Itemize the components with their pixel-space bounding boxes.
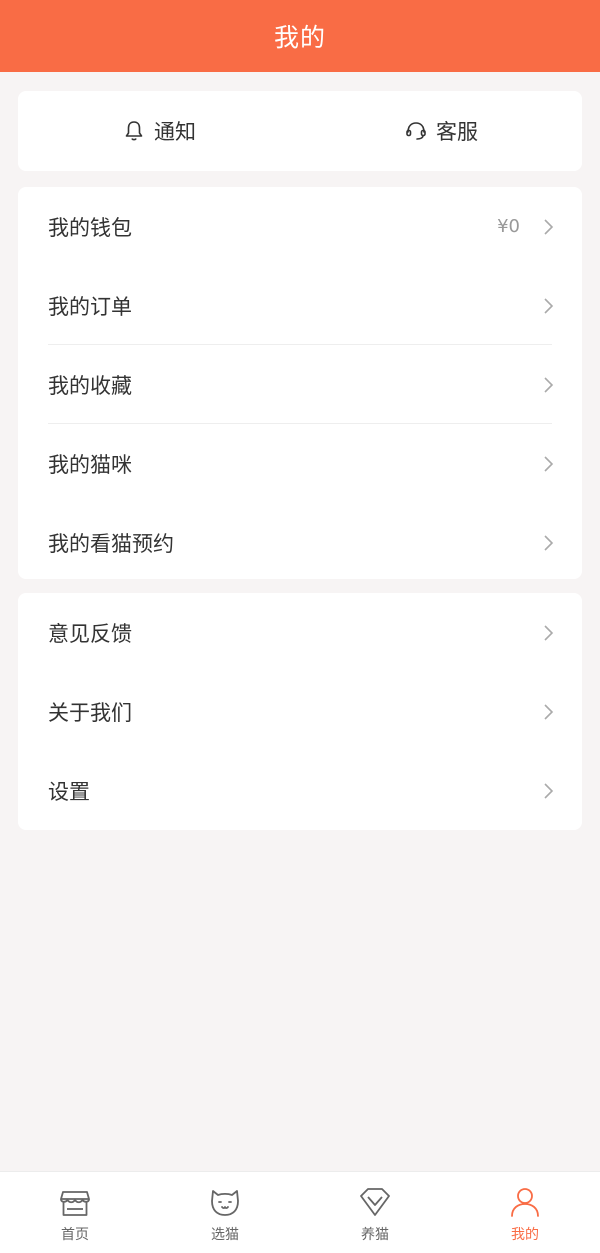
menu-item-about-us[interactable]: 关于我们 (18, 672, 582, 751)
tab-label: 我的 (511, 1227, 539, 1243)
headset-icon (406, 122, 426, 140)
quick-actions-card: 通知 客服 (18, 91, 582, 171)
menu-item-favorites[interactable]: 我的收藏 (18, 345, 582, 424)
menu-item-label: 我的收藏 (48, 373, 132, 398)
page-title: 我的 (273, 23, 326, 52)
menu-group-main: 我的钱包 ¥0 我的订单 我的收藏 我的猫咪 我的看猫预约 (18, 187, 582, 579)
chevron-right-icon (544, 534, 554, 551)
chevron-right-icon (544, 455, 554, 472)
tab-mine[interactable]: 我的 (450, 1172, 600, 1253)
chevron-right-icon (544, 624, 554, 641)
diamond-icon (360, 1188, 390, 1216)
menu-item-wallet[interactable]: 我的钱包 ¥0 (18, 187, 582, 266)
notification-label: 通知 (154, 120, 196, 144)
shop-icon (60, 1191, 90, 1216)
customer-service-button[interactable]: 客服 (300, 91, 582, 171)
bottom-tab-bar: 首页 选猫 养猫 我的 (0, 1171, 600, 1253)
menu-item-label: 我的猫咪 (48, 452, 132, 477)
menu-item-feedback[interactable]: 意见反馈 (18, 593, 582, 672)
menu-item-settings[interactable]: 设置 (18, 751, 582, 830)
chevron-right-icon (544, 218, 554, 235)
top-bar: 我的 (0, 0, 600, 72)
chevron-right-icon (544, 297, 554, 314)
menu-item-orders[interactable]: 我的订单 (18, 266, 582, 345)
tab-label: 首页 (61, 1227, 89, 1243)
tab-label: 养猫 (361, 1227, 389, 1243)
menu-item-label: 我的看猫预约 (48, 531, 174, 556)
chevron-right-icon (544, 703, 554, 720)
tab-home[interactable]: 首页 (0, 1172, 150, 1253)
chevron-right-icon (544, 782, 554, 799)
menu-item-label: 关于我们 (48, 700, 132, 725)
tab-label: 选猫 (211, 1227, 239, 1243)
menu-item-label: 意见反馈 (48, 621, 132, 646)
wallet-balance: ¥0 (497, 216, 520, 237)
menu-item-label: 设置 (48, 779, 90, 804)
menu-item-label: 我的订单 (48, 294, 132, 319)
cat-face-icon (211, 1190, 239, 1216)
person-icon (511, 1188, 539, 1217)
menu-item-viewing-appointments[interactable]: 我的看猫预约 (18, 503, 582, 582)
menu-item-label: 我的钱包 (48, 215, 132, 240)
bell-icon (125, 121, 143, 141)
notification-button[interactable]: 通知 (18, 91, 300, 171)
menu-item-my-cats[interactable]: 我的猫咪 (18, 424, 582, 503)
customer-service-label: 客服 (436, 120, 478, 144)
tab-choose-cat[interactable]: 选猫 (150, 1172, 300, 1253)
menu-group-other: 意见反馈 关于我们 设置 (18, 593, 582, 830)
chevron-right-icon (544, 376, 554, 393)
tab-raise-cat[interactable]: 养猫 (300, 1172, 450, 1253)
